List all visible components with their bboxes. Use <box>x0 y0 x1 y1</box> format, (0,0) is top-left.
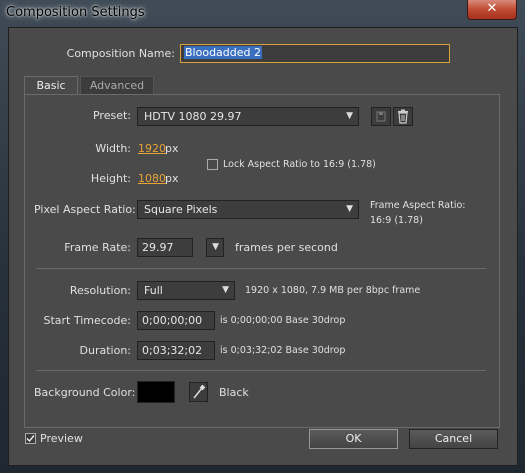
background-color-name: Black <box>219 386 249 399</box>
comp-name-label: Composition Name: <box>66 47 175 60</box>
height-value[interactable]: 1080 <box>138 172 166 185</box>
divider <box>36 268 486 269</box>
start-timecode-label: Start Timecode: <box>43 314 131 327</box>
resolution-info: 1920 x 1080, 7.9 MB per 8bpc frame <box>245 285 421 296</box>
par-label: Pixel Aspect Ratio: <box>34 203 136 216</box>
background-color-swatch[interactable] <box>137 381 175 403</box>
tab-basic[interactable]: Basic <box>24 76 78 94</box>
width-value[interactable]: 1920 <box>138 142 166 155</box>
resolution-dropdown[interactable]: Full ▼ <box>137 281 235 300</box>
title-bar[interactable]: Composition Settings ✕ <box>0 0 525 26</box>
lock-aspect-label: Lock Aspect Ratio to 16:9 (1.78) <box>223 159 376 170</box>
height-label: Height: <box>90 172 131 185</box>
tab-advanced[interactable]: Advanced <box>80 76 154 94</box>
comp-name-input[interactable]: Bloodadded 2 <box>180 44 450 63</box>
save-icon <box>376 111 386 122</box>
dialog-body: Composition Name: Bloodadded 2 Basic Adv… <box>8 27 518 466</box>
close-icon: ✕ <box>486 1 498 16</box>
window-frame: Composition Settings ✕ Composition Name:… <box>0 0 525 473</box>
frame-rate-dropdown[interactable]: ▼ <box>206 238 224 257</box>
frame-rate-label: Frame Rate: <box>64 241 131 254</box>
delete-preset-button[interactable] <box>393 107 413 126</box>
eyedropper-button[interactable] <box>189 382 208 402</box>
height-unit: px <box>165 172 179 185</box>
chevron-down-icon: ▼ <box>212 242 219 252</box>
eyedropper-icon <box>193 384 206 399</box>
close-button[interactable]: ✕ <box>467 0 517 20</box>
trash-icon <box>398 109 408 124</box>
preset-dropdown[interactable]: HDTV 1080 29.97 ▼ <box>137 107 359 126</box>
window-title: Composition Settings <box>6 5 145 20</box>
chevron-down-icon: ▼ <box>346 111 353 121</box>
preview-checkbox[interactable] <box>25 433 36 444</box>
width-label: Width: <box>95 142 131 155</box>
preset-label: Preset: <box>92 109 131 122</box>
ok-button[interactable]: OK <box>309 429 398 449</box>
background-color-label: Background Color: <box>34 386 136 399</box>
checkmark-icon <box>26 435 35 443</box>
duration-input[interactable]: 0;03;32;02 <box>137 341 215 360</box>
duration-info: is 0;03;32;02 Base 30drop <box>220 345 346 356</box>
duration-label: Duration: <box>79 344 131 357</box>
divider <box>36 370 486 371</box>
lock-aspect-checkbox[interactable] <box>207 159 218 170</box>
save-preset-button[interactable] <box>371 107 391 126</box>
chevron-down-icon: ▼ <box>346 204 353 214</box>
chevron-down-icon: ▼ <box>222 285 229 295</box>
width-unit: px <box>165 142 179 155</box>
cancel-button[interactable]: Cancel <box>409 429 498 449</box>
par-dropdown[interactable]: Square Pixels ▼ <box>137 200 359 219</box>
start-timecode-info: is 0;00;00;00 Base 30drop <box>220 315 346 326</box>
frame-rate-unit: frames per second <box>235 241 338 254</box>
start-timecode-input[interactable]: 0;00;00;00 <box>137 311 215 330</box>
frame-rate-input[interactable]: 29.97 <box>137 238 193 257</box>
resolution-label: Resolution: <box>69 284 131 297</box>
frame-aspect-value: 16:9 (1.78) <box>370 215 423 226</box>
frame-aspect-label: Frame Aspect Ratio: <box>370 200 466 211</box>
preview-label: Preview <box>40 432 83 445</box>
